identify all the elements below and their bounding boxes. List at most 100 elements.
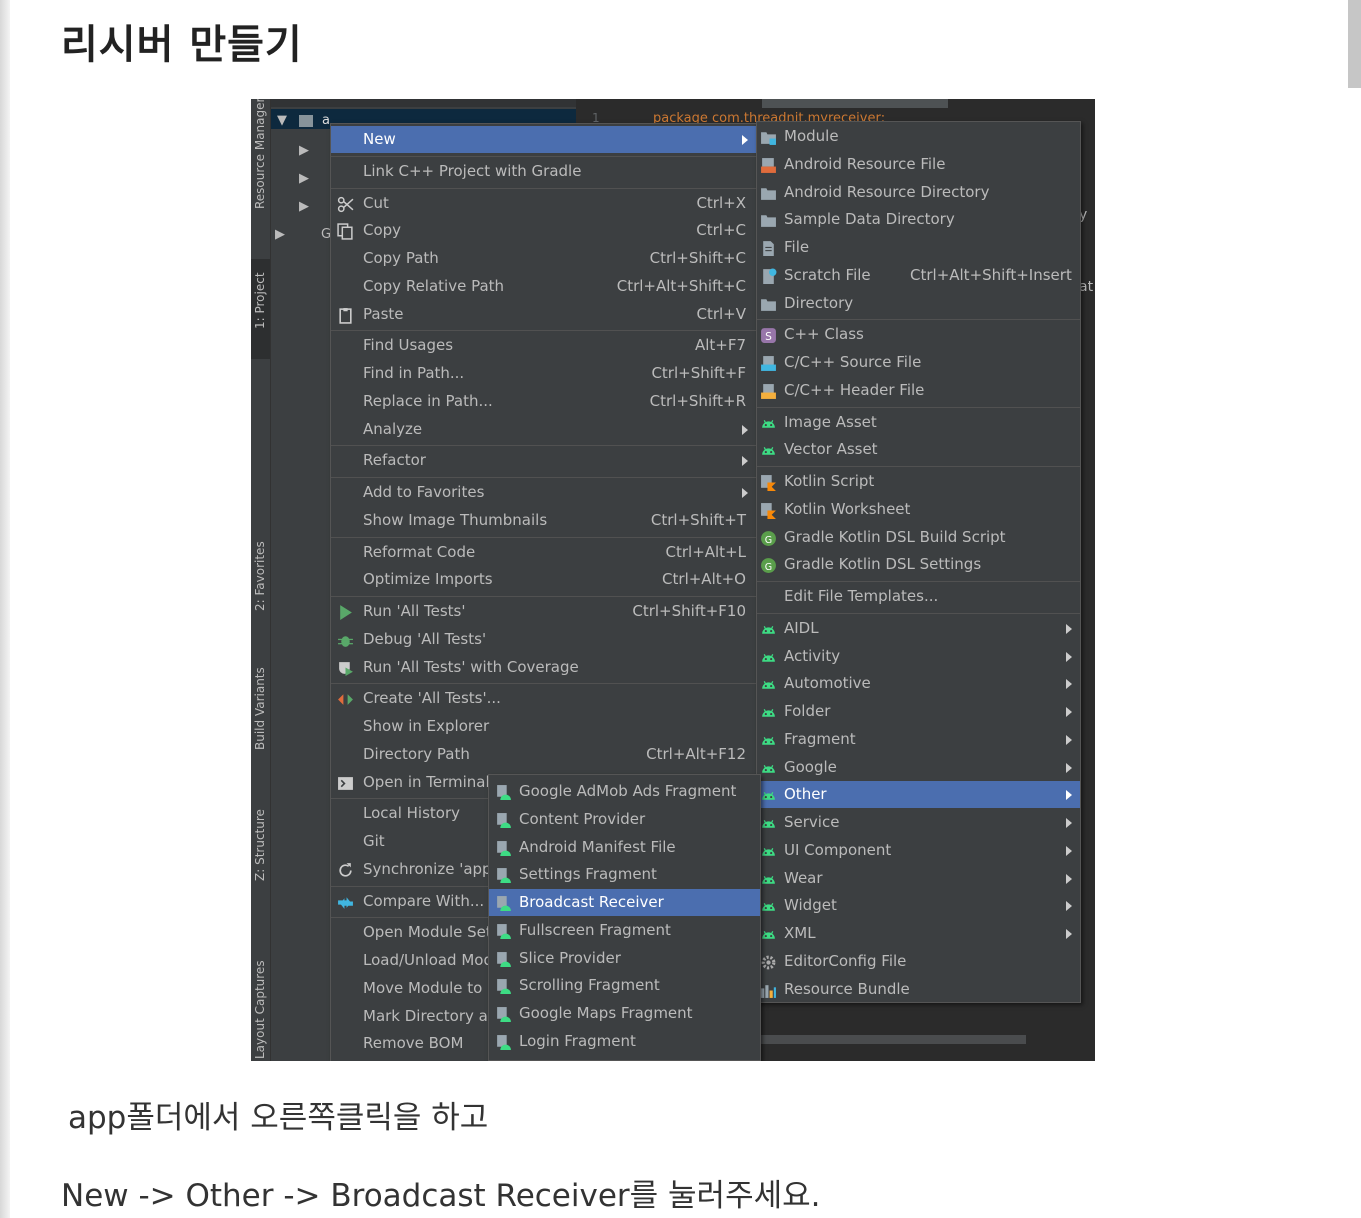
- menu-separator: [331, 596, 756, 597]
- new-resource-bundle[interactable]: Resource Bundle: [757, 976, 1080, 1003]
- tree-expand-icon[interactable]: ▼: [277, 113, 287, 128]
- menu-item-label: Add to Favorites: [363, 483, 485, 501]
- new-xml[interactable]: XML: [757, 920, 1080, 947]
- menu-item-label: Service: [784, 813, 840, 831]
- new-directory[interactable]: Directory: [757, 290, 1080, 317]
- ctx-refactor[interactable]: Refactor: [331, 447, 756, 474]
- side-tab-project[interactable]: 1: Project: [251, 259, 270, 359]
- new-kotlin-worksheet[interactable]: Kotlin Worksheet: [757, 496, 1080, 523]
- tree-expand-icon[interactable]: ▶: [299, 199, 309, 214]
- new-file[interactable]: File: [757, 234, 1080, 261]
- ctx-find-in-path[interactable]: Find in Path... Ctrl+Shift+F: [331, 360, 756, 387]
- editor-horizontal-scrollbar[interactable]: [761, 1035, 1026, 1044]
- side-tab-label: Layout Captures: [253, 960, 267, 1059]
- ctx-run-all-tests-with-coverage[interactable]: Run 'All Tests' with Coverage: [331, 654, 756, 681]
- ctx-copy[interactable]: Copy Ctrl+C: [331, 217, 756, 244]
- android-icon: [760, 703, 777, 720]
- menu-item-label: Content Provider: [519, 809, 646, 828]
- ctx-reformat-code[interactable]: Reformat Code Ctrl+Alt+L: [331, 539, 756, 566]
- side-tab-layout-captures[interactable]: Layout Captures: [251, 929, 270, 1059]
- new-gradle-kotlin-dsl-build-script[interactable]: G Gradle Kotlin DSL Build Script: [757, 524, 1080, 551]
- tree-root-label[interactable]: a: [322, 113, 330, 128]
- ctx-copy-path[interactable]: Copy Path Ctrl+Shift+C: [331, 245, 756, 272]
- new-fragment[interactable]: Fragment: [757, 726, 1080, 753]
- new-editorconfig-file[interactable]: EditorConfig File: [757, 948, 1080, 975]
- tree-expand-icon[interactable]: ▶: [299, 171, 309, 186]
- ctx-replace-in-path[interactable]: Replace in Path... Ctrl+Shift+R: [331, 388, 756, 415]
- ctx-paste[interactable]: Paste Ctrl+V: [331, 301, 756, 328]
- ctx-create-all-tests[interactable]: Create 'All Tests'...: [331, 685, 756, 712]
- module-icon: [760, 128, 777, 145]
- template-icon: [495, 811, 512, 828]
- menu-item-label: Directory: [784, 293, 854, 312]
- new-image-asset[interactable]: Image Asset: [757, 409, 1080, 436]
- side-tab-resource-manager[interactable]: Resource Manager: [251, 99, 270, 211]
- tree-expand-icon[interactable]: ▶: [275, 227, 285, 242]
- other-content-provider[interactable]: Content Provider: [489, 806, 760, 833]
- new-service[interactable]: Service: [757, 809, 1080, 836]
- ctx-optimize-imports[interactable]: Optimize Imports Ctrl+Alt+O: [331, 566, 756, 593]
- debug-icon: [337, 631, 354, 648]
- new-kotlin-script[interactable]: Kotlin Script: [757, 468, 1080, 495]
- new-vector-asset[interactable]: Vector Asset: [757, 436, 1080, 463]
- ctx-debug-all-tests[interactable]: Debug 'All Tests': [331, 626, 756, 653]
- new-activity[interactable]: Activity: [757, 643, 1080, 670]
- new-scratch-file[interactable]: Scratch File Ctrl+Alt+Shift+Insert: [757, 262, 1080, 289]
- other-google-admob-ads-fragment[interactable]: Google AdMob Ads Fragment: [489, 778, 760, 805]
- ctx-add-to-favorites[interactable]: Add to Favorites: [331, 479, 756, 506]
- new-folder[interactable]: Folder: [757, 698, 1080, 725]
- ctx-run-all-tests[interactable]: Run 'All Tests' Ctrl+Shift+F10: [331, 598, 756, 625]
- other-settings-fragment[interactable]: Settings Fragment: [489, 861, 760, 888]
- new-c-c-source-file[interactable]: C/C++ Source File: [757, 349, 1080, 376]
- new-sample-data-directory[interactable]: Sample Data Directory: [757, 206, 1080, 233]
- new-ui-component[interactable]: UI Component: [757, 837, 1080, 864]
- ctx-find-usages[interactable]: Find Usages Alt+F7: [331, 332, 756, 359]
- new-gradle-kotlin-dsl-settings[interactable]: G Gradle Kotlin DSL Settings: [757, 551, 1080, 578]
- side-tab-build-variants[interactable]: Build Variants: [251, 654, 270, 754]
- ctx-directory-path[interactable]: Directory Path Ctrl+Alt+F12: [331, 741, 756, 768]
- page-scrollbar-thumb[interactable]: [1348, 0, 1361, 88]
- menu-item-label: New: [363, 130, 396, 148]
- other-login-fragment[interactable]: Login Fragment: [489, 1028, 760, 1055]
- ctx-link-c-project-with-gradle[interactable]: Link C++ Project with Gradle: [331, 158, 756, 185]
- menu-item-label: Run 'All Tests' with Coverage: [363, 657, 579, 676]
- instruction-text-2: New -> Other -> Broadcast Receiver를 눌러주세…: [61, 1178, 821, 1214]
- editor-tab[interactable]: [762, 99, 948, 108]
- other-fullscreen-fragment[interactable]: Fullscreen Fragment: [489, 917, 760, 944]
- ctx-new[interactable]: New: [331, 126, 756, 153]
- side-tab-structure[interactable]: Z: Structure: [251, 799, 270, 889]
- menu-item-label: Open in Terminal: [363, 772, 490, 791]
- new-widget[interactable]: Widget: [757, 892, 1080, 919]
- menu-item-shortcut: Ctrl+Alt+Shift+Insert: [910, 265, 1072, 284]
- new-c-class[interactable]: S C++ Class: [757, 321, 1080, 348]
- ctx-show-in-explorer[interactable]: Show in Explorer: [331, 713, 756, 740]
- other-android-manifest-file[interactable]: Android Manifest File: [489, 834, 760, 861]
- new-edit-file-templates[interactable]: Edit File Templates...: [757, 583, 1080, 610]
- other-scrolling-fragment[interactable]: Scrolling Fragment: [489, 972, 760, 999]
- new-android-resource-directory[interactable]: Android Resource Directory: [757, 179, 1080, 206]
- menu-item-label: EditorConfig File: [784, 951, 907, 970]
- template-icon: [495, 1005, 512, 1022]
- ctx-cut[interactable]: Cut Ctrl+X: [331, 190, 756, 217]
- cpp-source-icon: [760, 354, 777, 371]
- ctx-copy-relative-path[interactable]: Copy Relative Path Ctrl+Alt+Shift+C: [331, 273, 756, 300]
- new-module[interactable]: Module: [757, 123, 1080, 150]
- new-aidl[interactable]: AIDL: [757, 615, 1080, 642]
- new-other[interactable]: Other: [757, 781, 1080, 809]
- other-google-maps-fragment[interactable]: Google Maps Fragment: [489, 1000, 760, 1027]
- chevron-right-icon: [1066, 901, 1072, 912]
- new-android-resource-file[interactable]: Android Resource File: [757, 151, 1080, 178]
- android-icon: [760, 620, 777, 637]
- new-c-c-header-file[interactable]: C/C++ Header File: [757, 377, 1080, 404]
- menu-item-label: Fragment: [784, 729, 856, 748]
- ctx-analyze[interactable]: Analyze: [331, 416, 756, 443]
- svg-text:G: G: [765, 534, 772, 545]
- new-wear[interactable]: Wear: [757, 865, 1080, 892]
- new-google[interactable]: Google: [757, 754, 1080, 781]
- other-broadcast-receiver[interactable]: Broadcast Receiver: [489, 889, 760, 916]
- side-tab-favorites[interactable]: 2: Favorites: [251, 529, 270, 629]
- ctx-show-image-thumbnails[interactable]: Show Image Thumbnails Ctrl+Shift+T: [331, 507, 756, 534]
- other-slice-provider[interactable]: Slice Provider: [489, 945, 760, 972]
- tree-expand-icon[interactable]: ▶: [299, 143, 309, 158]
- new-automotive[interactable]: Automotive: [757, 670, 1080, 697]
